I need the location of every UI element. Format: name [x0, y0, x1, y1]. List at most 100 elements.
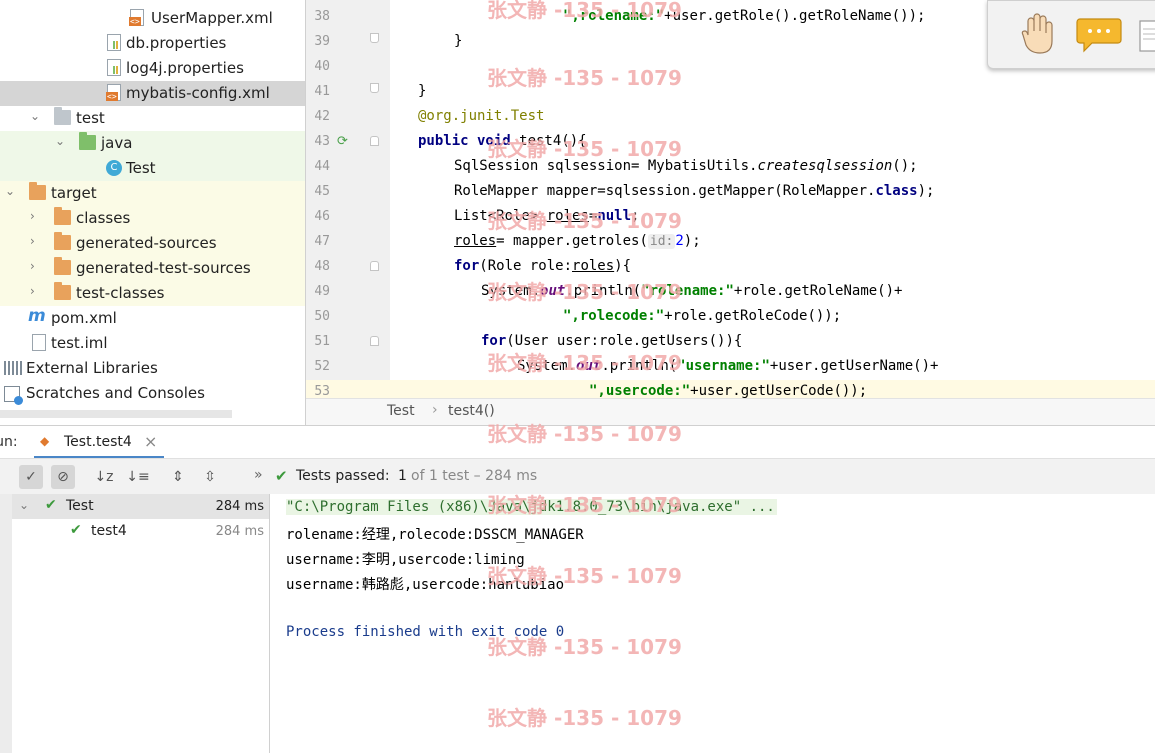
fold-marker-icon[interactable]: [370, 336, 379, 346]
collapse-all-icon[interactable]: ⇳: [198, 465, 222, 489]
test-tree-row-method[interactable]: ✔ test4 284 ms: [12, 519, 269, 544]
tree-item-test-classes-folder[interactable]: › test-classes: [0, 281, 305, 306]
tree-item-generated-test-sources-folder[interactable]: › generated-test-sources: [0, 256, 305, 281]
tree-item-label: target: [51, 184, 97, 202]
chevron-down-icon[interactable]: ⌄: [5, 184, 15, 198]
chevron-right-icon[interactable]: ›: [30, 284, 35, 298]
tree-item-label: External Libraries: [26, 359, 158, 377]
tree-item-classes-folder[interactable]: › classes: [0, 206, 305, 231]
test-duration: 284 ms: [215, 499, 264, 514]
fold-marker-icon[interactable]: [370, 136, 379, 146]
tree-item-pom-xml[interactable]: m pom.xml: [0, 306, 305, 331]
passed-check-icon: ✔: [45, 497, 57, 513]
line-number: 45: [314, 184, 330, 199]
breadcrumb-item-class[interactable]: Test: [387, 403, 415, 419]
floating-toolbar: [987, 0, 1155, 69]
tree-item-log4j-properties[interactable]: log4j.properties: [0, 56, 305, 81]
tree-item-label: Test: [126, 159, 156, 177]
test-sources-folder-icon: [79, 132, 96, 150]
excluded-folder-icon: [54, 257, 71, 275]
project-tree-horizontal-scrollbar[interactable]: [0, 410, 232, 418]
code-line-53: ",usercode:"+user.getUserCode());: [589, 383, 868, 398]
tree-item-label: db.properties: [126, 34, 227, 52]
run-panel-title: Run:: [0, 434, 18, 450]
tab-test-test4[interactable]: ◆ Test.test4 ×: [34, 426, 164, 459]
tree-item-test-iml[interactable]: test.iml: [0, 331, 305, 356]
tree-item-usermapper-xml[interactable]: <> UserMapper.xml: [0, 6, 305, 31]
tree-item-label: generated-test-sources: [76, 259, 251, 277]
sort-by-duration-icon[interactable]: ↓≡: [126, 465, 150, 489]
code-line-46: List<Role> roles=null;: [454, 208, 640, 224]
breadcrumb-item-method[interactable]: test4(): [448, 403, 495, 419]
tree-item-target-folder[interactable]: ⌄ target: [0, 181, 305, 206]
tree-item-label: classes: [76, 209, 131, 227]
fold-marker-icon[interactable]: [370, 33, 379, 43]
test-results-tree: ⌄ ✔ Test 284 ms ✔ test4 284 ms: [12, 494, 270, 753]
comment-icon[interactable]: [1076, 15, 1122, 53]
passed-check-icon: ✔: [70, 522, 82, 538]
test-duration: 284 ms: [215, 524, 264, 539]
line-number: 43: [314, 134, 330, 149]
more-actions-icon[interactable]: »: [254, 467, 263, 483]
tree-item-label: pom.xml: [51, 309, 117, 327]
tree-item-generated-sources-folder[interactable]: › generated-sources: [0, 231, 305, 256]
tree-item-label: test: [76, 109, 105, 127]
test-status-count: 1: [398, 468, 407, 484]
iml-file-icon: [32, 334, 46, 351]
run-test-gutter-icon[interactable]: ⟳: [337, 134, 348, 149]
chevron-right-icon[interactable]: ›: [30, 234, 35, 248]
line-number: 48: [314, 259, 330, 274]
code-line-39: }: [454, 33, 463, 49]
chevron-down-icon[interactable]: ⌄: [30, 109, 40, 123]
line-number: 38: [314, 9, 330, 24]
console-command-line: "C:\Program Files (x86)\Java\jdk1.8.0_73…: [286, 499, 777, 515]
line-number: 47: [314, 234, 330, 249]
tree-item-label: Scratches and Consoles: [26, 384, 205, 402]
test-name: test4: [91, 523, 127, 539]
code-line-52: System.out.println("username:"+user.getU…: [517, 358, 939, 374]
breadcrumb-separator: ›: [432, 402, 438, 418]
tree-item-mybatis-config-xml[interactable]: <> mybatis-config.xml: [0, 81, 305, 106]
tree-item-test-folder[interactable]: ⌄ test: [0, 106, 305, 131]
breadcrumb: Test › test4(): [306, 398, 1155, 426]
tests-passed-check-icon: ✔: [275, 467, 288, 485]
tree-item-java-folder[interactable]: ⌄ java: [0, 131, 305, 156]
expand-all-icon[interactable]: ⇕: [166, 465, 190, 489]
tree-item-scratches-and-consoles[interactable]: Scratches and Consoles: [0, 381, 305, 406]
tree-item-db-properties[interactable]: db.properties: [0, 31, 305, 56]
line-number: 46: [314, 209, 330, 224]
chevron-down-icon[interactable]: ⌄: [55, 134, 65, 148]
fold-marker-icon[interactable]: [370, 83, 379, 93]
folder-icon: [54, 107, 71, 125]
tree-item-external-libraries[interactable]: External Libraries: [0, 356, 305, 381]
hand-icon[interactable]: [1020, 11, 1056, 55]
code-line-49: System.out.println("rolename:"+role.getR…: [481, 283, 903, 299]
close-icon[interactable]: ×: [144, 432, 157, 451]
sort-alphabetically-icon[interactable]: ↓z: [92, 465, 116, 489]
console-line: username:韩路彪,usercode:hanlubiao: [286, 577, 565, 593]
fold-marker-icon[interactable]: [370, 261, 379, 271]
code-line-45: RoleMapper mapper=sqlsession.getMapper(R…: [454, 183, 935, 199]
chevron-right-icon[interactable]: ›: [30, 209, 35, 223]
code-line-42: @org.junit.Test: [418, 108, 545, 124]
tab-label: Test.test4: [64, 434, 132, 450]
code-line-48: for(Role role:roles){: [454, 258, 632, 274]
code-line-38: ",rolename:"+user.getRole().getRoleName(…: [563, 8, 926, 24]
tree-item-test-class[interactable]: C Test: [0, 156, 305, 181]
tree-item-label: mybatis-config.xml: [126, 84, 270, 102]
document-icon[interactable]: [1138, 19, 1155, 53]
tree-item-label: UserMapper.xml: [151, 9, 273, 27]
chevron-right-icon[interactable]: ›: [30, 259, 35, 273]
xml-file-icon: <>: [129, 9, 144, 26]
excluded-folder-icon: [29, 182, 46, 200]
console-process-finished: Process finished with exit code 0: [286, 624, 565, 640]
code-line-47: roles= mapper.getroles(id: 2);: [454, 233, 701, 249]
test-tree-row-class[interactable]: ⌄ ✔ Test 284 ms: [12, 494, 269, 519]
show-passed-toggle[interactable]: ✓: [19, 465, 43, 489]
java-class-icon: C: [106, 160, 122, 176]
tree-item-label: generated-sources: [76, 234, 217, 252]
chevron-down-icon[interactable]: ⌄: [19, 498, 29, 512]
tree-item-label: test.iml: [51, 334, 108, 352]
properties-file-icon: [107, 59, 121, 76]
show-ignored-toggle[interactable]: ⊘: [51, 465, 75, 489]
